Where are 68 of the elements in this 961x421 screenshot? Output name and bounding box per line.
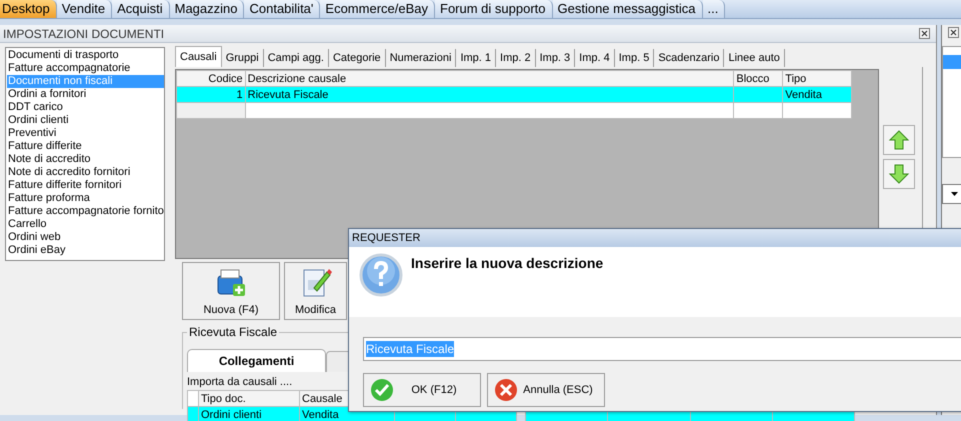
list-item[interactable]: Ordini a fornitori	[7, 88, 164, 101]
menu-tab[interactable]: Contabilita'	[244, 0, 320, 18]
list-item[interactable]: Note di accredito	[7, 153, 164, 166]
tab[interactable]: Imp. 5	[614, 49, 654, 67]
list-item[interactable]: Fatture accompagnatorie	[7, 62, 164, 75]
list-item[interactable]: Ordini clienti	[7, 114, 164, 127]
column-header: Blocco	[734, 70, 783, 86]
tab[interactable]: Imp. 4	[575, 49, 615, 67]
x-mark-icon	[494, 378, 518, 402]
menu-tab[interactable]: Acquisti	[112, 0, 170, 18]
window-title: IMPOSTAZIONI DOCUMENTI	[3, 26, 164, 40]
menu-tab[interactable]: Ecommerce/eBay	[320, 0, 435, 18]
tab[interactable]: Collegamenti	[187, 349, 326, 372]
column-header: Tipo	[782, 70, 852, 86]
down-arrow-icon	[888, 163, 910, 185]
tab[interactable]: Campi agg.	[264, 49, 329, 67]
tab[interactable]: Categorie	[328, 49, 386, 67]
dialog-title: REQUESTER	[349, 229, 961, 247]
dialog-message: Inserire la nuova descrizione	[411, 254, 604, 273]
section-label: Importa da causali ....	[187, 375, 292, 390]
side-list[interactable]	[942, 46, 961, 158]
menu-tab[interactable]: ...	[702, 0, 726, 18]
tab[interactable]: Gruppi	[222, 49, 264, 67]
menu-tab[interactable]: Desktop	[0, 0, 57, 18]
table-row[interactable]: 1 Ricevuta Fiscale Vendita	[176, 86, 852, 102]
list-item[interactable]: Carrello	[7, 218, 164, 231]
tab[interactable]: Imp. 2	[496, 49, 536, 67]
edit-button[interactable]: Modifica	[284, 262, 347, 320]
up-arrow-icon	[888, 129, 910, 151]
table-cell: Vendita	[782, 86, 852, 102]
list-item[interactable]: Note di accredito fornitori	[7, 166, 164, 179]
list-item[interactable]: Ordini eBay	[7, 244, 164, 257]
list-item[interactable]: DDT carico	[7, 101, 164, 114]
move-down-button[interactable]	[883, 159, 915, 189]
column-header: Tipo doc.	[198, 390, 300, 406]
column-header: Descrizione causale	[245, 70, 734, 86]
close-icon[interactable]	[919, 28, 930, 39]
table-cell: Ricevuta Fiscale	[245, 86, 734, 102]
list-item[interactable]: Preventivi	[7, 127, 164, 140]
new-button[interactable]: Nuova (F4)	[182, 262, 280, 320]
close-icon[interactable]	[948, 27, 959, 38]
cancel-button[interactable]: Annulla (ESC)	[487, 373, 605, 407]
ok-button[interactable]: OK (F12)	[363, 373, 481, 407]
menu-tab[interactable]: Magazzino	[170, 0, 244, 18]
list-item[interactable]: Fatture proforma	[7, 192, 164, 205]
menu-tab[interactable]: Vendite	[56, 0, 112, 18]
list-item[interactable]: Ordini web	[7, 231, 164, 244]
table-cell: Ordini clienti	[198, 406, 300, 421]
menu-tab[interactable]: Gestione messaggistica	[552, 0, 703, 18]
tab[interactable]: Linee auto	[724, 49, 785, 67]
column-header: Codice	[176, 70, 246, 86]
tab[interactable]: Scadenzario	[654, 49, 724, 67]
group-title: Ricevuta Fiscale	[187, 325, 280, 339]
tab[interactable]: Causali	[175, 46, 222, 67]
list-item[interactable]: Fatture differite fornitori	[7, 179, 164, 192]
list-item[interactable]: Documenti di trasporto	[7, 49, 164, 62]
list-item[interactable]: Fatture differite	[7, 140, 164, 153]
tab[interactable]: Imp. 3	[536, 49, 576, 67]
tab[interactable]: Imp. 1	[456, 49, 496, 67]
list-item[interactable]: Fatture accompagnatorie fornito	[7, 205, 164, 218]
tab[interactable]: Numerazioni	[386, 49, 456, 67]
table-cell: 1	[176, 86, 246, 102]
menu-tab[interactable]: Forum di supporto	[435, 0, 552, 18]
move-up-button[interactable]	[883, 125, 915, 155]
checkmark-icon	[370, 378, 394, 402]
dropdown[interactable]	[942, 184, 961, 204]
caret-icon	[951, 192, 958, 196]
question-icon	[359, 253, 403, 297]
